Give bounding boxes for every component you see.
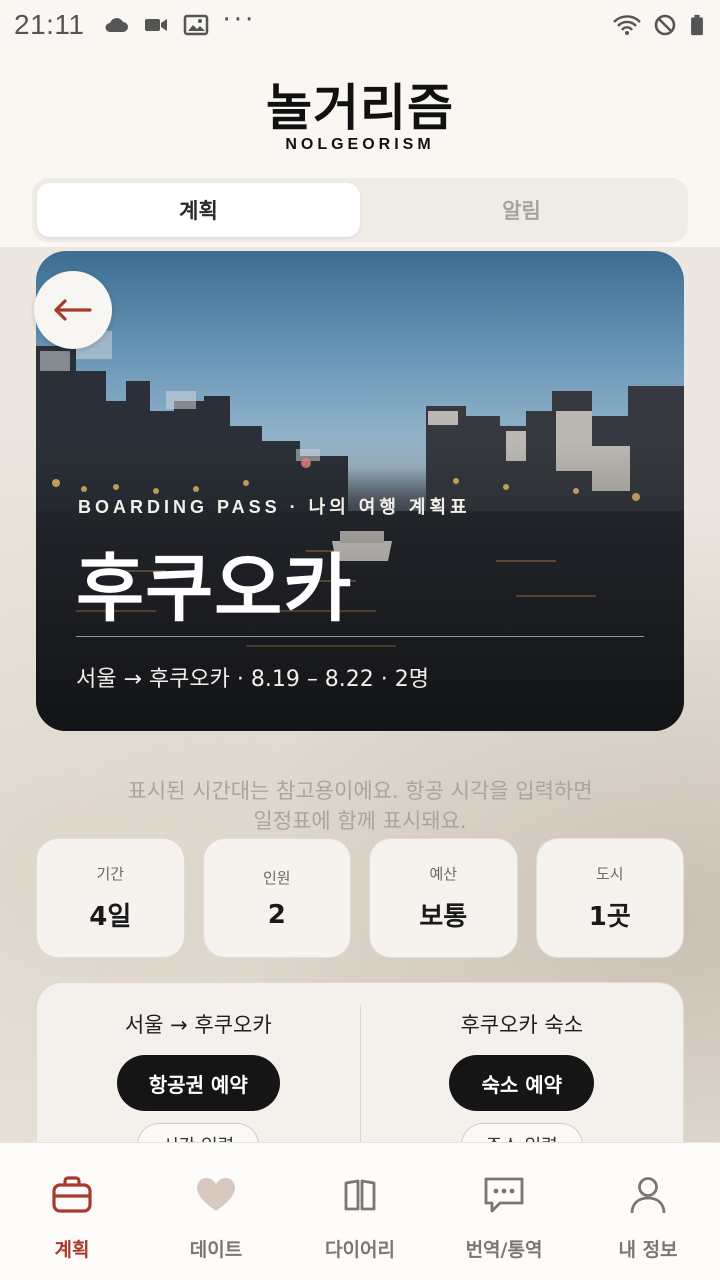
app-logo: 놀거리즘: [266, 79, 454, 137]
nav-label: 데이트: [189, 1239, 243, 1261]
tab-notifications[interactable]: 알림: [360, 183, 683, 237]
stat-label: 인원: [262, 868, 291, 887]
nav-label: 계획: [54, 1239, 90, 1261]
stat-value: 보통: [419, 902, 468, 932]
nav-item-translate[interactable]: 번역/통역: [432, 1143, 576, 1280]
nav-item-profile[interactable]: 내 정보: [576, 1143, 720, 1280]
hero-divider: [76, 636, 644, 637]
status-right-icons: [612, 14, 706, 36]
person-icon: [626, 1173, 670, 1217]
nav-item-plan[interactable]: 계획: [0, 1143, 144, 1280]
stat-label: 예산: [429, 865, 458, 883]
battery-icon: [691, 14, 703, 36]
hero-route: 서울 → 후쿠오카 · 8.19 – 8.22 · 2명: [76, 667, 430, 692]
nav-label: 다이어리: [325, 1239, 395, 1261]
nav-item-date[interactable]: 데이트: [144, 1143, 288, 1280]
video-icon: [144, 19, 167, 31]
status-time: 21:11: [14, 9, 85, 40]
nav-label: 번역/통역: [465, 1239, 543, 1261]
status-bar: 21:11 ···: [0, 0, 720, 50]
hero-kicker: BOARDING PASS · 나의 여행 계획표: [78, 497, 471, 517]
stat-cities[interactable]: 도시 1곳: [535, 838, 684, 958]
hotel-title: 후쿠오카 숙소: [460, 1013, 584, 1037]
status-left-icons: ···: [103, 7, 257, 36]
flight-route-title: 서울 → 후쿠오카: [124, 1013, 272, 1037]
time-note-line1: 표시된 시간대는 참고용이에요. 항공 시각을 입력하면: [127, 779, 593, 803]
stat-label: 도시: [595, 865, 624, 883]
image-icon: [183, 14, 208, 36]
stat-value: 2: [267, 899, 286, 930]
briefcase-icon: [50, 1173, 94, 1217]
stat-label: 기간: [96, 865, 125, 883]
stat-budget[interactable]: 예산 보통: [369, 838, 518, 958]
time-note: 표시된 시간대는 참고용이에요. 항공 시각을 입력하면 일정표에 함께 표시돼…: [60, 776, 660, 836]
stat-value: 4일: [89, 902, 132, 932]
back-button[interactable]: [34, 271, 112, 349]
nav-label: 내 정보: [618, 1239, 678, 1261]
more-dots-icon: ···: [222, 5, 257, 35]
hero-title: 후쿠오카: [76, 546, 353, 632]
trip-stats: 기간 4일 인원 2 예산 보통 도시 1곳: [36, 838, 684, 958]
book-icon: [338, 1173, 382, 1217]
book-hotel-button[interactable]: 숙소 예약: [449, 1055, 595, 1111]
stat-duration[interactable]: 기간 4일: [36, 838, 185, 958]
tab-plan[interactable]: 계획: [37, 183, 360, 237]
wifi-icon: [613, 15, 641, 35]
cloud-icon: [105, 18, 128, 32]
stat-people[interactable]: 인원 2: [202, 838, 351, 958]
do-not-disturb-icon: [654, 14, 676, 36]
app-logo-subtitle: NOLGEORISM: [285, 136, 435, 153]
stat-value: 1곳: [588, 902, 631, 932]
time-note-line2: 일정표에 함께 표시돼요.: [253, 809, 467, 833]
hero-shade: [36, 251, 684, 731]
arrow-left-icon: [54, 299, 92, 321]
heart-icon: [194, 1173, 238, 1217]
book-flight-button[interactable]: 항공권 예약: [116, 1055, 280, 1111]
segment-tabs: 계획 알림: [32, 178, 688, 242]
chat-bubble-icon: [482, 1173, 526, 1217]
bottom-nav: 계획 데이트 다이어리 번역/통역 내 정보: [0, 1142, 720, 1280]
nav-item-diary[interactable]: 다이어리: [288, 1143, 432, 1280]
hero-card: BOARDING PASS · 나의 여행 계획표 후쿠오카 서울 → 후쿠오카…: [36, 251, 684, 731]
